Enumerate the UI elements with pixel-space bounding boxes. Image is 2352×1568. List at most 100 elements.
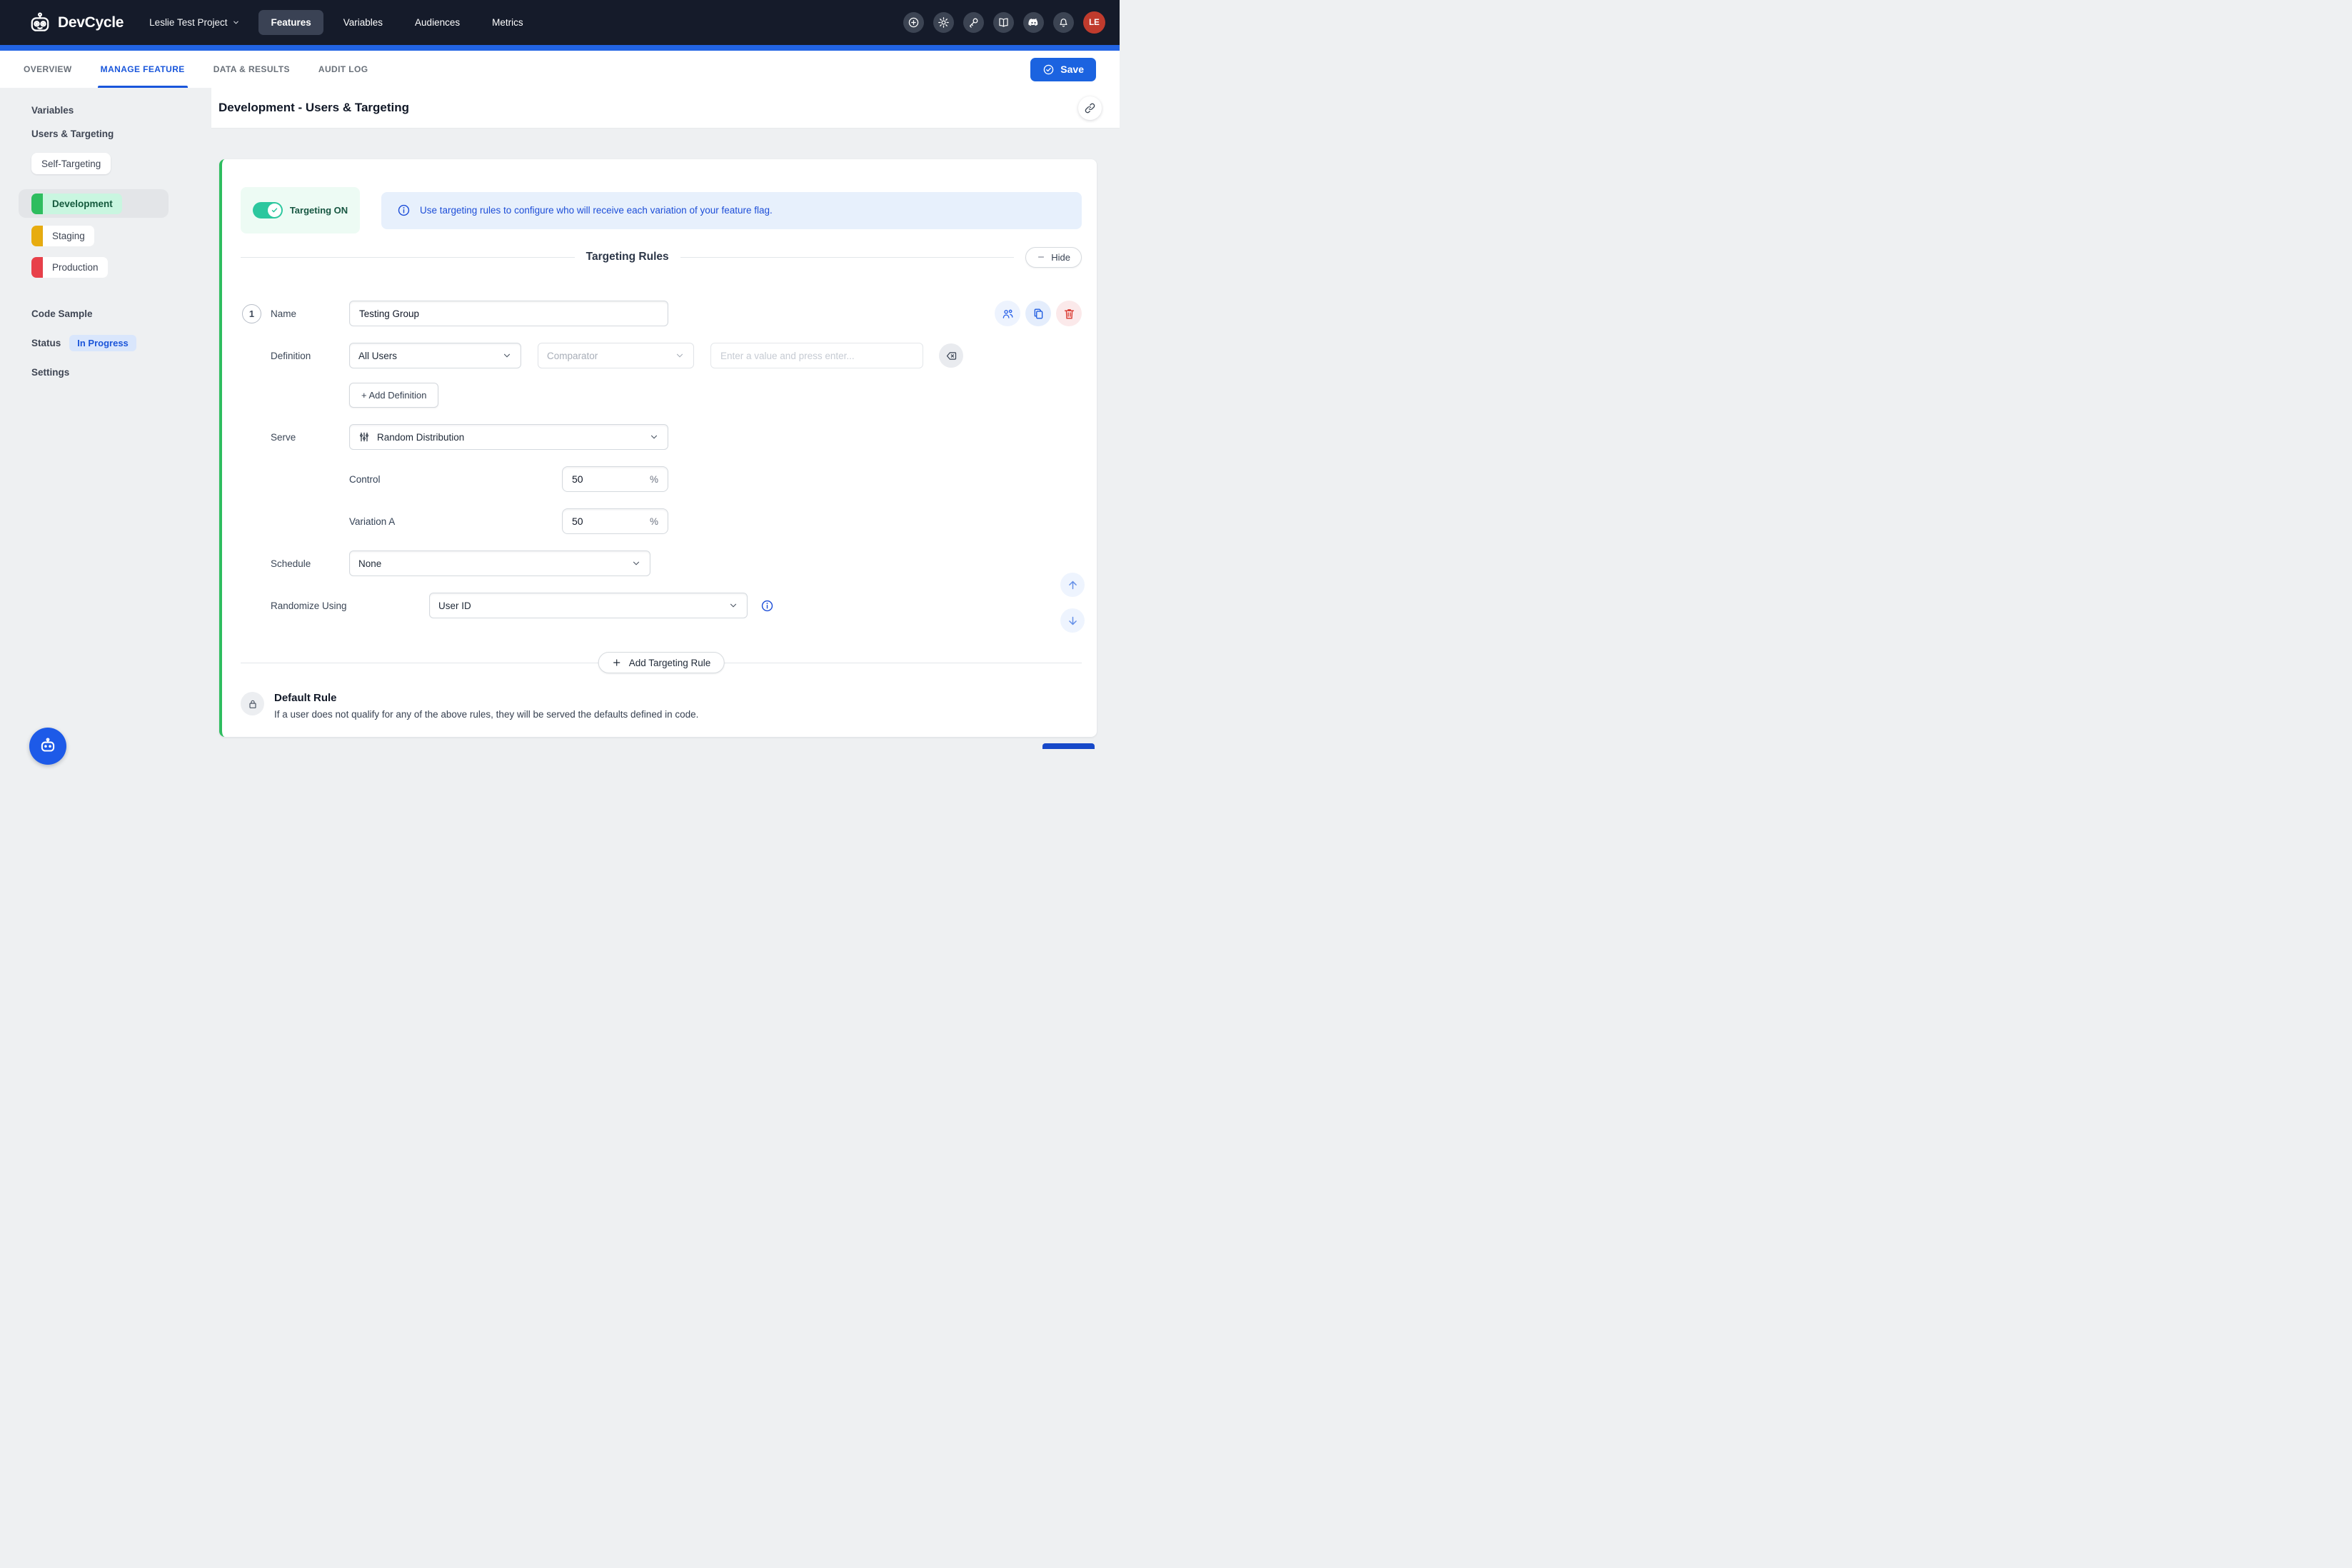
nav-item-metrics[interactable]: Metrics <box>480 10 536 35</box>
divider <box>680 257 1015 258</box>
sidebar-item-settings[interactable]: Settings <box>31 367 211 378</box>
primary-nav: Features Variables Audiences Metrics <box>258 10 543 35</box>
randomize-using-select[interactable]: User ID <box>429 593 748 618</box>
add-circle-icon <box>908 16 920 29</box>
comparator-select[interactable]: Comparator <box>538 343 694 368</box>
book-icon <box>997 16 1010 29</box>
chevron-down-icon <box>631 558 641 568</box>
hide-rules-button[interactable]: Hide <box>1025 247 1082 268</box>
serve-select[interactable]: Random Distribution <box>349 424 668 450</box>
banner-text: Use targeting rules to configure who wil… <box>420 205 773 216</box>
lock-icon <box>241 692 264 715</box>
duplicate-rule-button[interactable] <box>1025 301 1051 326</box>
hide-button-label: Hide <box>1051 252 1070 263</box>
toggle-check-icon <box>268 203 281 217</box>
targeting-card: Targeting ON Use targeting rules to conf… <box>219 159 1097 737</box>
default-rule-description: If a user does not qualify for any of th… <box>274 709 698 720</box>
randomize-using-value: User ID <box>438 600 471 611</box>
tab-data-results[interactable]: DATA & RESULTS <box>213 51 290 88</box>
default-rule-title: Default Rule <box>274 692 698 704</box>
default-rule-section: Default Rule If a user does not qualify … <box>241 692 1082 720</box>
targeting-toggle-label: Targeting ON <box>290 205 348 216</box>
nav-item-variables[interactable]: Variables <box>331 10 395 35</box>
control-percentage-field: % <box>562 466 668 492</box>
status-badge: In Progress <box>69 335 136 351</box>
move-rule-up-button[interactable] <box>1060 573 1085 597</box>
notifications-button[interactable] <box>1053 12 1074 33</box>
docs-button[interactable] <box>993 12 1014 33</box>
targeting-toggle[interactable] <box>253 202 283 218</box>
control-percentage-input[interactable] <box>572 473 636 485</box>
sidebar-item-code-sample[interactable]: Code Sample <box>31 308 211 319</box>
assistant-chat-button[interactable] <box>29 728 66 765</box>
check-circle-icon <box>1042 64 1055 76</box>
variation-a-percentage-input[interactable] <box>572 516 636 527</box>
bell-icon <box>1057 16 1070 29</box>
trash-icon <box>1062 307 1076 321</box>
gear-icon <box>938 16 950 29</box>
add-definition-button[interactable]: + Add Definition <box>349 383 438 408</box>
definition-select[interactable]: All Users <box>349 343 521 368</box>
rule-name-input[interactable] <box>349 301 668 326</box>
delete-rule-button[interactable] <box>1056 301 1082 326</box>
comparator-placeholder: Comparator <box>547 351 598 361</box>
tab-audit-log[interactable]: AUDIT LOG <box>318 51 368 88</box>
discord-icon <box>1027 16 1040 29</box>
brand-name: DevCycle <box>58 14 124 31</box>
targeting-toggle-panel: Targeting ON <box>241 187 360 233</box>
env-item-development[interactable]: Development <box>19 189 169 218</box>
sidebar-item-users-targeting[interactable]: Users & Targeting <box>31 129 211 139</box>
arrow-up-icon <box>1067 579 1079 591</box>
environment-list: Self-Targeting Development Staging Produ… <box>31 153 211 281</box>
targeting-rules-title: Targeting Rules <box>586 251 669 263</box>
info-icon <box>397 203 411 217</box>
audience-users-button[interactable] <box>995 301 1020 326</box>
scroll-peek-button[interactable] <box>1042 743 1095 749</box>
plus-icon <box>612 658 622 668</box>
main-panel: Development - Users & Targeting Targetin… <box>211 88 1120 746</box>
env-item-self-targeting[interactable]: Self-Targeting <box>31 153 111 174</box>
move-rule-down-button[interactable] <box>1060 608 1085 633</box>
arrow-down-icon <box>1067 615 1079 627</box>
avatar[interactable]: LE <box>1083 11 1105 34</box>
randomize-info-button[interactable] <box>760 599 774 613</box>
sidebar-item-variables[interactable]: Variables <box>31 105 211 116</box>
env-item-staging[interactable]: Staging <box>31 226 94 246</box>
info-icon <box>760 599 774 613</box>
add-targeting-rule-button[interactable]: Add Targeting Rule <box>598 652 725 673</box>
env-label-development: Development <box>43 194 122 214</box>
definition-value-input[interactable] <box>710 343 923 368</box>
definition-value: All Users <box>358 351 397 361</box>
rule-reorder-controls <box>1060 573 1085 633</box>
tab-manage-feature[interactable]: MANAGE FEATURE <box>101 51 185 88</box>
sidebar-status-row: Status In Progress <box>31 335 211 351</box>
schedule-select[interactable]: None <box>349 551 650 576</box>
copy-link-button[interactable] <box>1078 96 1102 120</box>
chevron-down-icon <box>649 432 659 442</box>
api-keys-button[interactable] <box>963 12 984 33</box>
devcycle-logo[interactable]: DevCycle <box>29 11 124 34</box>
settings-button[interactable] <box>933 12 954 33</box>
nav-item-features[interactable]: Features <box>258 10 323 35</box>
minus-icon <box>1037 253 1045 261</box>
page-header: Development - Users & Targeting <box>211 88 1120 129</box>
chevron-down-icon <box>502 351 512 361</box>
accent-bar <box>0 45 1120 51</box>
env-item-production[interactable]: Production <box>31 257 108 278</box>
nav-item-audiences[interactable]: Audiences <box>403 10 472 35</box>
status-label[interactable]: Status <box>31 338 61 348</box>
clear-definition-button[interactable] <box>939 343 963 368</box>
project-selector[interactable]: Leslie Test Project <box>149 17 240 28</box>
percent-sign: % <box>650 516 658 527</box>
percent-sign: % <box>650 474 658 485</box>
schedule-value: None <box>358 558 381 569</box>
discord-button[interactable] <box>1023 12 1044 33</box>
variation-control-label: Control <box>349 474 562 485</box>
serve-label: Serve <box>271 432 349 443</box>
feature-sidebar: Variables Users & Targeting Self-Targeti… <box>0 88 211 746</box>
tab-overview[interactable]: OVERVIEW <box>24 51 72 88</box>
users-icon <box>1001 307 1015 321</box>
divider <box>241 257 575 258</box>
add-circle-button[interactable] <box>903 12 924 33</box>
save-button[interactable]: Save <box>1030 58 1096 81</box>
